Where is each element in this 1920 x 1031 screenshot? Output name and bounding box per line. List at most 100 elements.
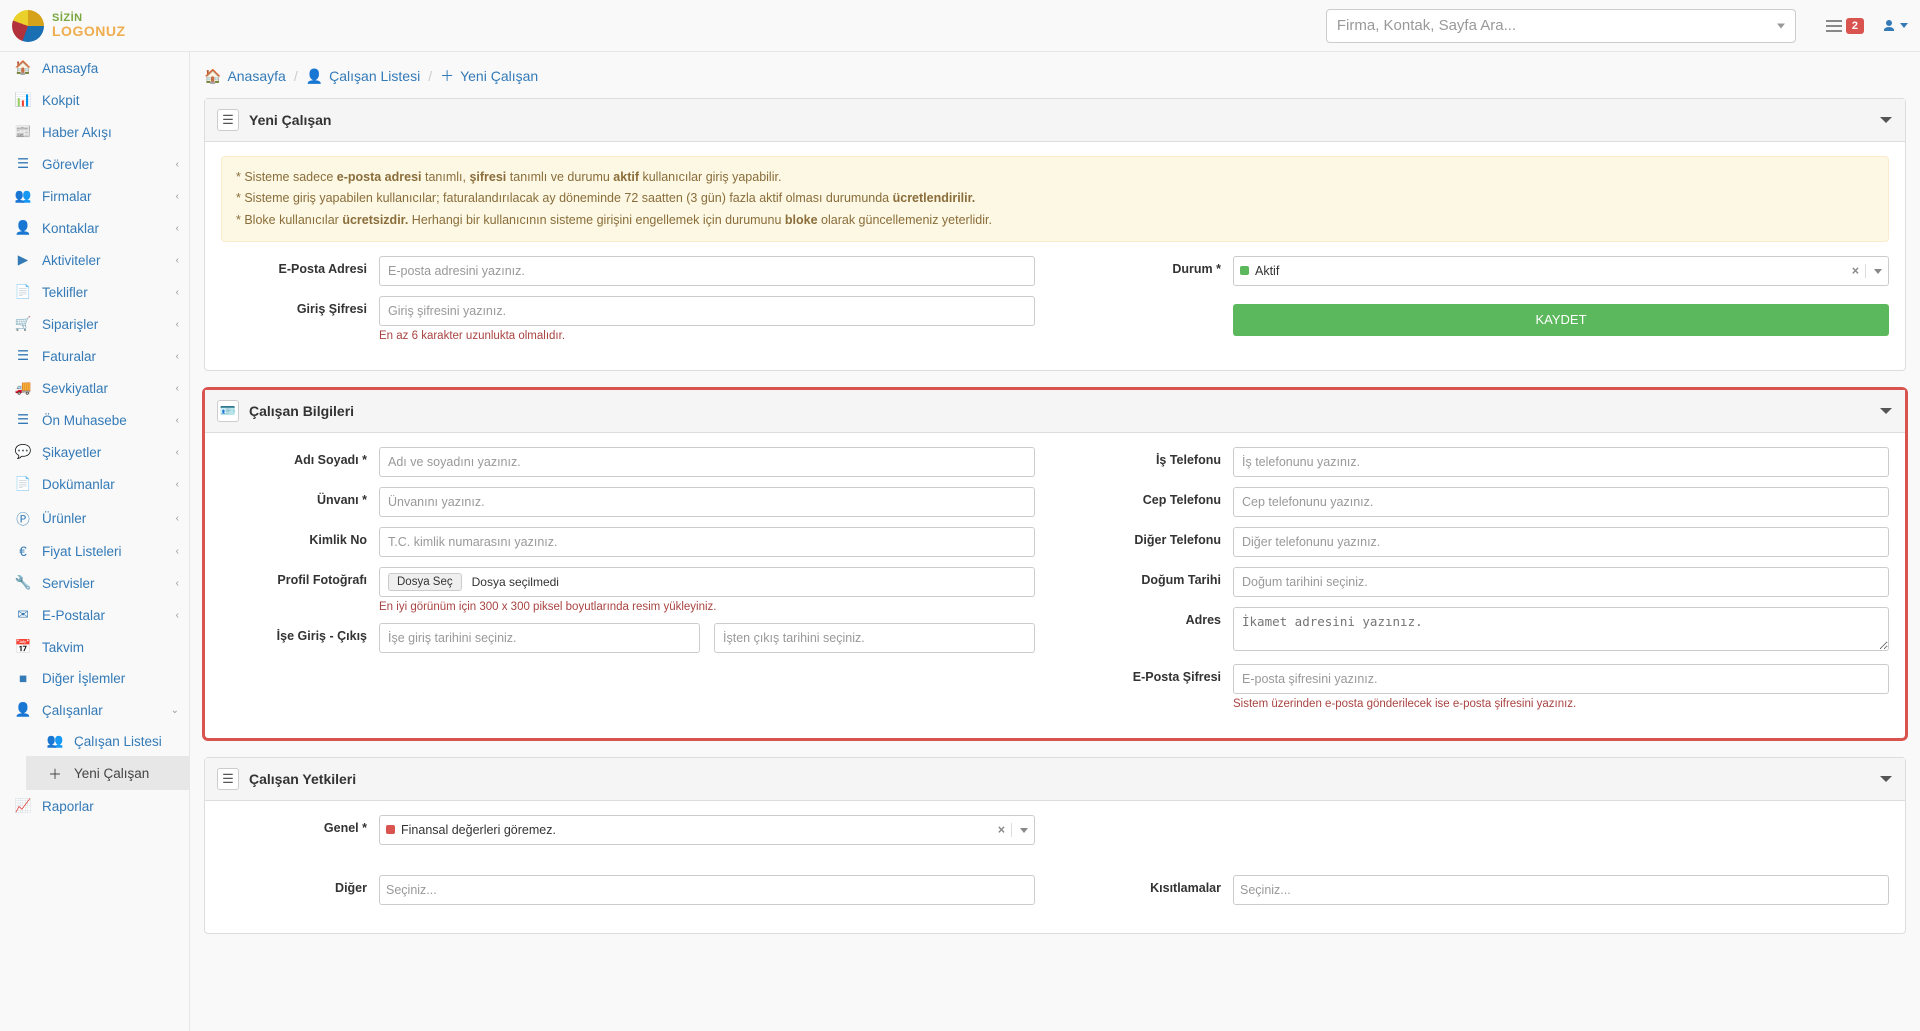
- status-select[interactable]: Aktif ×: [1233, 256, 1889, 286]
- idno-label: Kimlik No: [221, 527, 379, 547]
- nav-dokumanlar[interactable]: 📄Dokümanlar‹: [0, 468, 189, 500]
- save-button[interactable]: KAYDET: [1233, 304, 1889, 336]
- nav-siparisler[interactable]: 🛒Siparişler‹: [0, 308, 189, 340]
- home-icon: 🏠: [14, 60, 32, 76]
- breadcrumb: 🏠Anasayfa / 👤Çalışan Listesi / ＋Yeni Çal…: [204, 66, 1906, 86]
- chevron-left-icon: ‹: [176, 415, 179, 426]
- user-menu[interactable]: [1882, 19, 1908, 33]
- otherphone-input[interactable]: [1233, 527, 1889, 557]
- logo-text-bottom: LOGONUZ: [52, 24, 126, 38]
- birthdate-input[interactable]: [1233, 567, 1889, 597]
- collapse-button[interactable]: [1879, 113, 1893, 127]
- hire-in-input[interactable]: [379, 623, 700, 653]
- clear-icon[interactable]: ×: [1846, 264, 1865, 278]
- photo-label: Profil Fotoğrafı: [221, 567, 379, 587]
- nav-epostalar[interactable]: ✉E-Postalar‹: [0, 599, 189, 631]
- id-card-icon[interactable]: 🪪: [217, 400, 239, 422]
- sidebar: 🏠Anasayfa 📊Kokpit 📰Haber Akışı ☰Görevler…: [0, 52, 190, 1031]
- nav-yeni-calisan[interactable]: ＋Yeni Çalışan: [26, 756, 189, 790]
- breadcrumb-employees[interactable]: 👤Çalışan Listesi: [306, 68, 420, 85]
- collapse-button[interactable]: [1879, 772, 1893, 786]
- panel-head: ☰ Yeni Çalışan: [205, 99, 1905, 142]
- plus-icon: ＋: [440, 66, 454, 86]
- breadcrumb-new-employee[interactable]: ＋Yeni Çalışan: [440, 66, 538, 86]
- chevron-left-icon: ‹: [176, 223, 179, 234]
- nav-sikayetler[interactable]: 💬Şikayetler‹: [0, 436, 189, 468]
- status-dot-icon: [386, 825, 395, 834]
- products-icon: Ⓟ: [14, 508, 32, 528]
- address-input[interactable]: [1233, 607, 1889, 651]
- reports-icon: 📈: [14, 798, 32, 814]
- chevron-left-icon: ‹: [176, 255, 179, 266]
- nav-takvim[interactable]: 📅Takvim: [0, 631, 189, 663]
- nav-calisan-listesi[interactable]: 👥Çalışan Listesi: [26, 726, 189, 756]
- nav-diger[interactable]: ■Diğer İşlemler: [0, 663, 189, 694]
- general-value: Finansal değerleri göremez.: [401, 823, 556, 837]
- other-icon: ■: [14, 671, 32, 686]
- nav-kokpit[interactable]: 📊Kokpit: [0, 84, 189, 116]
- tasks-icon: ☰: [14, 156, 32, 172]
- clear-icon[interactable]: ×: [992, 823, 1011, 837]
- email-label: E-Posta Adresi: [221, 256, 379, 276]
- nav-sevkiyatlar[interactable]: 🚚Sevkiyatlar‹: [0, 372, 189, 404]
- global-search[interactable]: Firma, Kontak, Sayfa Ara...: [1326, 9, 1796, 43]
- shipments-icon: 🚚: [14, 380, 32, 396]
- drag-icon[interactable]: ☰: [217, 768, 239, 790]
- nav-faturalar[interactable]: ☰Faturalar‹: [0, 340, 189, 372]
- nav-onmuhasebe[interactable]: ☰Ön Muhasebe‹: [0, 404, 189, 436]
- idno-input[interactable]: [379, 527, 1035, 557]
- title-input[interactable]: [379, 487, 1035, 517]
- workphone-input[interactable]: [1233, 447, 1889, 477]
- drag-icon[interactable]: ☰: [217, 109, 239, 131]
- nav-raporlar[interactable]: 📈Raporlar: [0, 790, 189, 822]
- chevron-down-icon: [1865, 264, 1882, 278]
- emails-icon: ✉: [14, 607, 32, 623]
- notifications-button[interactable]: 2: [1826, 18, 1864, 34]
- activities-icon: ▶: [14, 252, 32, 268]
- chevron-down-icon: ⌄: [171, 705, 179, 716]
- password-label: Giriş Şifresi: [221, 296, 379, 316]
- panel-employee-info: 🪪 Çalışan Bilgileri Adı Soyadı * Ünvanı …: [204, 389, 1906, 739]
- mobile-input[interactable]: [1233, 487, 1889, 517]
- chevron-down-icon: [1900, 23, 1908, 28]
- nav-teklifler[interactable]: 📄Teklifler‹: [0, 276, 189, 308]
- nav-calisanlar[interactable]: 👤Çalışanlar⌄: [0, 694, 189, 726]
- emailpass-input[interactable]: [1233, 664, 1889, 694]
- name-input[interactable]: [379, 447, 1035, 477]
- nav-haber[interactable]: 📰Haber Akışı: [0, 116, 189, 148]
- photo-help: En iyi görünüm için 300 x 300 piksel boy…: [379, 601, 1035, 613]
- panel-title: Yeni Çalışan: [249, 112, 331, 128]
- chevron-left-icon: ‹: [176, 610, 179, 621]
- title-label: Ünvanı *: [221, 487, 379, 507]
- collapse-button[interactable]: [1879, 404, 1893, 418]
- nav-aktiviteler[interactable]: ▶Aktiviteler‹: [0, 244, 189, 276]
- hire-out-input[interactable]: [714, 623, 1035, 653]
- other-select[interactable]: Seçiniz...: [379, 875, 1035, 905]
- nav-kontaklar[interactable]: 👤Kontaklar‹: [0, 212, 189, 244]
- accounting-icon: ☰: [14, 412, 32, 428]
- documents-icon: 📄: [14, 476, 32, 492]
- nav-anasayfa[interactable]: 🏠Anasayfa: [0, 52, 189, 84]
- restrictions-select[interactable]: Seçiniz...: [1233, 875, 1889, 905]
- companies-icon: 👥: [14, 188, 32, 204]
- password-input[interactable]: [379, 296, 1035, 326]
- nav-fiyat[interactable]: €Fiyat Listeleri‹: [0, 536, 189, 567]
- logo[interactable]: SİZİN LOGONUZ: [12, 10, 190, 42]
- chevron-left-icon: ‹: [176, 513, 179, 524]
- password-help: En az 6 karakter uzunlukta olmalıdır.: [379, 330, 1035, 342]
- breadcrumb-home[interactable]: 🏠Anasayfa: [204, 68, 286, 85]
- nav-firmalar[interactable]: 👥Firmalar‹: [0, 180, 189, 212]
- general-select[interactable]: Finansal değerleri göremez. ×: [379, 815, 1035, 845]
- content: 🏠Anasayfa / 👤Çalışan Listesi / ＋Yeni Çal…: [190, 52, 1920, 1031]
- email-input[interactable]: [379, 256, 1035, 286]
- employees-icon: 👤: [14, 702, 32, 718]
- complaints-icon: 💬: [14, 444, 32, 460]
- file-choose-button[interactable]: Dosya Seç: [388, 573, 462, 591]
- dashboard-icon: 📊: [14, 92, 32, 108]
- chevron-left-icon: ‹: [176, 191, 179, 202]
- photo-input[interactable]: Dosya Seç Dosya seçilmedi: [379, 567, 1035, 597]
- nav-servisler[interactable]: 🔧Servisler‹: [0, 567, 189, 599]
- nav-urunler[interactable]: ⓅÜrünler‹: [0, 500, 189, 536]
- other-label: Diğer: [221, 875, 379, 895]
- nav-gorevler[interactable]: ☰Görevler‹: [0, 148, 189, 180]
